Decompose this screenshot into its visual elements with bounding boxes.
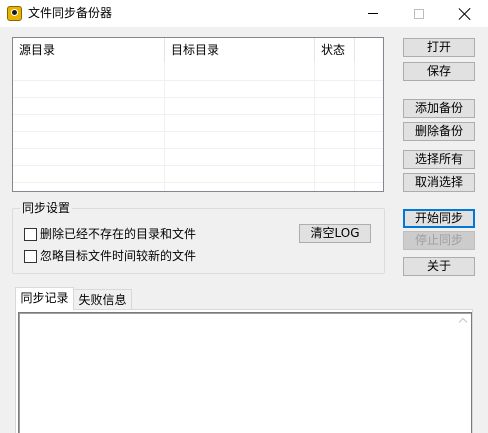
ignore-newer-option[interactable]: 忽略目标文件时间较新的文件 [24,248,196,264]
grid-line [13,97,383,98]
close-button[interactable] [442,0,488,27]
open-button[interactable]: 打开 [403,38,475,57]
list-header: 源目录 目标目录 状态 [13,38,383,62]
grid-line [13,114,383,115]
column-header-source[interactable]: 源目录 [13,38,165,62]
add-backup-button[interactable]: 添加备份 [403,99,475,118]
ignore-newer-label: 忽略目标文件时间较新的文件 [40,249,197,263]
tab-failure-info[interactable]: 失败信息 [74,289,132,310]
close-icon [458,7,472,21]
deselect-button[interactable]: 取消选择 [403,173,475,192]
grid-line [354,62,355,191]
tab-sync-log[interactable]: 同步记录 [15,287,74,310]
app-icon [7,6,22,21]
maximize-icon [414,8,424,19]
column-header-status[interactable]: 状态 [315,38,355,62]
grid-line [13,80,383,81]
grid-line [13,148,383,149]
stop-sync-button[interactable]: 停止同步 [403,231,475,250]
ignore-newer-checkbox[interactable] [24,249,37,263]
backup-list[interactable]: 源目录 目标目录 状态 [12,37,384,192]
sync-log-textarea[interactable] [18,312,472,433]
maximize-button[interactable] [396,0,442,27]
column-header-target[interactable]: 目标目录 [165,38,315,62]
delete-missing-option[interactable]: 删除已经不存在的目录和文件 [24,226,196,242]
select-all-button[interactable]: 选择所有 [403,150,475,169]
tab-panel [15,309,473,433]
delete-missing-label: 删除已经不存在的目录和文件 [40,227,197,241]
minimize-button[interactable] [350,0,396,27]
title-bar: 文件同步备份器 [0,0,488,27]
delete-missing-checkbox[interactable] [24,227,37,241]
delete-backup-button[interactable]: 删除备份 [403,122,475,141]
window-title: 文件同步备份器 [28,6,113,20]
grid-line [164,62,165,191]
sync-settings-title: 同步设置 [20,201,73,215]
start-sync-button[interactable]: 开始同步 [403,209,475,228]
grid-line [13,182,383,183]
clear-log-button[interactable]: 清空LOG [299,224,371,243]
about-button[interactable]: 关于 [403,257,475,276]
minimize-icon [368,13,378,14]
grid-line [314,62,315,191]
grid-line [13,165,383,166]
grid-line [13,131,383,132]
scroll-up-icon[interactable] [459,316,468,325]
save-button[interactable]: 保存 [403,62,475,81]
